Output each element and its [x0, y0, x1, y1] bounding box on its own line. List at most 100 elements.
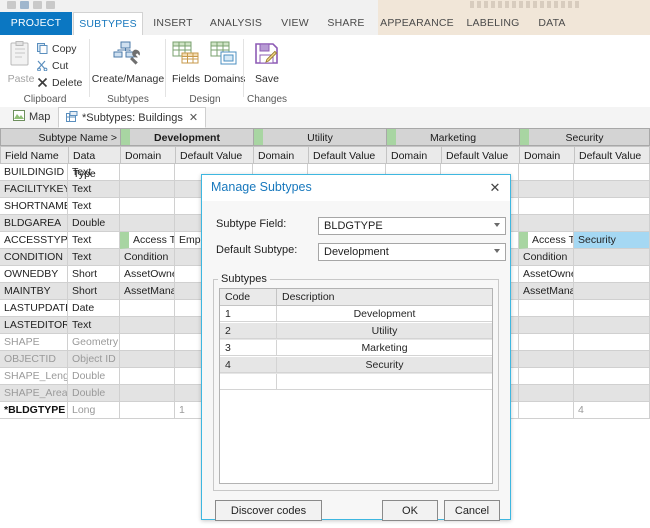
subtype-code[interactable]: 3: [220, 340, 276, 356]
fields-button[interactable]: Fields: [168, 41, 204, 85]
cell-field-name[interactable]: FACILITYKEY: [0, 181, 68, 198]
cell-field-name[interactable]: OWNEDBY: [0, 266, 68, 283]
close-icon[interactable]: ✕: [189, 112, 198, 124]
col-default-utility[interactable]: Default Value: [308, 146, 386, 164]
customize-icon[interactable]: [46, 1, 55, 9]
cell-development-domain[interactable]: [120, 385, 175, 402]
subtype-row[interactable]: [220, 374, 492, 391]
col-default-security[interactable]: Default Value: [574, 146, 650, 164]
subtype-description[interactable]: Marketing: [276, 340, 492, 356]
dialog-close-icon[interactable]: ✕: [486, 179, 504, 196]
cell-development-domain[interactable]: [120, 402, 175, 419]
cell-field-name[interactable]: MAINTBY: [0, 283, 68, 300]
cell-security-default[interactable]: [574, 181, 650, 198]
doc-tab-map[interactable]: Map: [6, 107, 57, 128]
cell-security-default[interactable]: [574, 266, 650, 283]
quick-access-toolbar[interactable]: [6, 0, 126, 12]
cell-security-default[interactable]: 4: [574, 402, 650, 419]
cell-security-domain[interactable]: Condition: [519, 249, 574, 266]
subtype-row[interactable]: 4 Security: [220, 357, 492, 374]
cell-security-domain[interactable]: [519, 215, 574, 232]
tab-share[interactable]: SHARE: [320, 12, 372, 35]
cell-data-type[interactable]: Geometry: [68, 334, 120, 351]
save-button[interactable]: Save: [247, 41, 287, 85]
cell-data-type[interactable]: Text: [68, 164, 120, 181]
cell-field-name[interactable]: OBJECTID: [0, 351, 68, 368]
tab-labeling[interactable]: LABELING: [460, 12, 526, 35]
cell-security-domain[interactable]: [519, 198, 574, 215]
cell-security-default[interactable]: [574, 317, 650, 334]
subtype-code[interactable]: 1: [220, 306, 276, 322]
cancel-button[interactable]: Cancel: [444, 500, 500, 521]
col-data-type[interactable]: Data Type: [68, 146, 120, 180]
cell-security-domain[interactable]: [519, 385, 574, 402]
subtype-code[interactable]: [220, 374, 276, 390]
tab-analysis[interactable]: ANALYSIS: [203, 12, 269, 35]
cell-field-name[interactable]: CONDITION: [0, 249, 68, 266]
cell-field-name[interactable]: LASTEDITOR: [0, 317, 68, 334]
subtype-field-select[interactable]: BLDGTYPE: [318, 217, 506, 235]
cell-security-domain[interactable]: [519, 300, 574, 317]
delete-button[interactable]: Delete: [36, 77, 82, 91]
subtype-code[interactable]: 4: [220, 357, 276, 373]
cell-security-domain[interactable]: [519, 368, 574, 385]
subtype-row[interactable]: 2 Utility: [220, 323, 492, 340]
tab-appearance[interactable]: APPEARANCE: [378, 12, 456, 35]
cell-security-domain[interactable]: [519, 402, 574, 419]
subtype-col-security[interactable]: Security: [519, 128, 650, 146]
cell-data-type[interactable]: Short: [68, 283, 120, 300]
cell-field-name[interactable]: BLDGAREA: [0, 215, 68, 232]
cell-security-default[interactable]: [574, 249, 650, 266]
cell-security-default[interactable]: [574, 351, 650, 368]
cell-field-name[interactable]: SHORTNAME: [0, 198, 68, 215]
create-manage-button[interactable]: Create/Manage: [90, 41, 166, 85]
cell-development-domain[interactable]: [120, 351, 175, 368]
cell-data-type[interactable]: Double: [68, 215, 120, 232]
cell-security-default[interactable]: [574, 198, 650, 215]
cell-field-name[interactable]: ACCESSTYPE: [0, 232, 68, 249]
cell-data-type[interactable]: Text: [68, 249, 120, 266]
cell-security-default[interactable]: [574, 164, 650, 181]
cell-data-type[interactable]: Text: [68, 181, 120, 198]
cell-development-domain[interactable]: Condition: [120, 249, 175, 266]
cell-field-name[interactable]: SHAPE: [0, 334, 68, 351]
domains-button[interactable]: Domains: [204, 41, 245, 85]
paste-button[interactable]: Paste: [4, 41, 38, 85]
cell-data-type[interactable]: Long: [68, 402, 120, 419]
undo-icon[interactable]: [20, 1, 29, 9]
cell-field-name[interactable]: LASTUPDATE: [0, 300, 68, 317]
subtype-row[interactable]: 1 Development: [220, 306, 492, 323]
cell-data-type[interactable]: Text: [68, 317, 120, 334]
cell-field-name[interactable]: SHAPE_Area: [0, 385, 68, 402]
cell-field-name[interactable]: SHAPE_Length: [0, 368, 68, 385]
subtype-col-marketing[interactable]: Marketing: [386, 128, 519, 146]
subtype-description[interactable]: Security: [276, 357, 492, 373]
cell-data-type[interactable]: Short: [68, 266, 120, 283]
cell-security-domain[interactable]: [519, 181, 574, 198]
cell-security-default[interactable]: [574, 215, 650, 232]
col-domain-marketing[interactable]: Domain: [386, 146, 441, 164]
description-column-header[interactable]: Description: [276, 289, 492, 305]
doc-tab-subtypes-buildings[interactable]: *Subtypes: Buildings ✕: [58, 107, 207, 128]
cell-data-type[interactable]: Text: [68, 232, 120, 249]
cell-security-domain[interactable]: [519, 164, 574, 181]
discover-codes-button[interactable]: Discover codes: [215, 500, 322, 521]
tab-subtypes[interactable]: SUBTYPES: [73, 12, 143, 35]
cell-security-default[interactable]: [574, 368, 650, 385]
cut-button[interactable]: Cut: [36, 60, 68, 74]
col-domain-security[interactable]: Domain: [519, 146, 574, 164]
cell-security-default[interactable]: [574, 300, 650, 317]
cell-security-domain[interactable]: [519, 317, 574, 334]
cell-security-domain[interactable]: [519, 334, 574, 351]
subtype-description[interactable]: Utility: [276, 323, 492, 339]
subtype-col-utility[interactable]: Utility: [253, 128, 386, 146]
cell-data-type[interactable]: Object ID: [68, 351, 120, 368]
cell-development-domain[interactable]: [120, 198, 175, 215]
col-default-development[interactable]: Default Value: [175, 146, 253, 164]
cell-security-domain[interactable]: [519, 351, 574, 368]
cell-security-default[interactable]: [574, 283, 650, 300]
cell-security-domain[interactable]: Access Type: [519, 232, 574, 249]
subtype-col-development[interactable]: Development: [120, 128, 253, 146]
cell-security-domain[interactable]: AssetOwner: [519, 266, 574, 283]
cell-development-domain[interactable]: AssetOwner: [120, 266, 175, 283]
